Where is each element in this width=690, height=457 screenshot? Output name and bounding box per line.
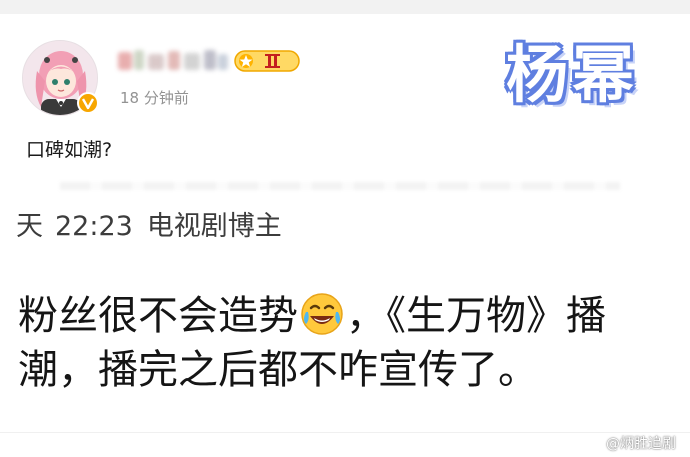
faded-text-line (60, 182, 620, 190)
quoted-date-fragment: 天 (16, 211, 43, 242)
level-badge-icon[interactable] (234, 50, 300, 72)
watermark-credit-text: @炳胜追剧 (606, 436, 676, 452)
quoted-author-role: 电视剧博主 (146, 211, 282, 242)
quoted-time: 22:23 (55, 211, 133, 242)
watermark-title: 杨幂 (506, 38, 639, 111)
quoted-meta: 天 22:23 电视剧博主 (16, 204, 282, 243)
post-text: 口碑如潮? (26, 139, 113, 161)
quoted-text-part-1: 粉丝很不会造势 (18, 293, 298, 339)
username-redacted[interactable] (118, 48, 230, 74)
top-strip (0, 0, 690, 14)
watermark-credit: @炳胜追剧 (584, 433, 676, 453)
verified-badge-icon (77, 92, 99, 114)
quoted-text-part-2: ，《生万物》播 (346, 293, 606, 339)
weibo-logo-icon (584, 433, 604, 453)
post-timestamp: 18 分钟前 (120, 89, 189, 107)
quoted-text-line-2: 潮，播完之后都不咋宣传了。 (18, 347, 538, 393)
